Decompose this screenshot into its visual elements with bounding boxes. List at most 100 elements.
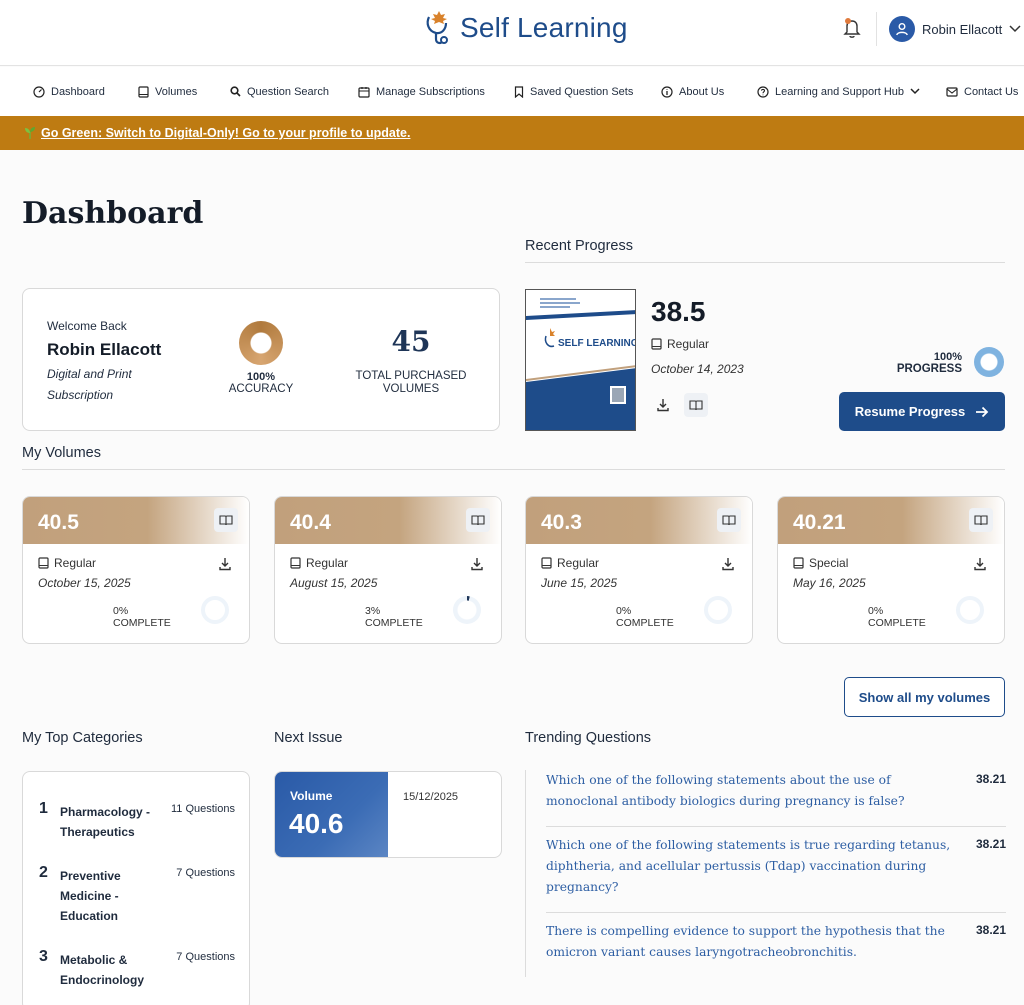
dashboard-icon xyxy=(33,85,45,98)
nav-label: Dashboard xyxy=(51,85,105,98)
help-icon xyxy=(757,85,769,98)
volume-card-header: 40.21 xyxy=(778,497,1004,544)
resume-progress-button[interactable]: Resume Progress xyxy=(839,392,1005,431)
welcome-greeting: Welcome Back xyxy=(47,319,127,333)
nav-about-us[interactable]: About Us xyxy=(661,67,724,116)
open-book-icon xyxy=(219,515,233,526)
volume-date: October 15, 2025 xyxy=(38,576,131,590)
volume-card-header: 40.3 xyxy=(526,497,752,544)
volume-cover-image[interactable]: SELF LEARNING xyxy=(525,289,636,431)
header-divider xyxy=(876,12,877,46)
notifications-bell[interactable] xyxy=(842,17,862,39)
avatar xyxy=(889,16,915,42)
completion-ring xyxy=(704,596,732,624)
category-rank: 2 xyxy=(39,864,48,881)
completion-label: COMPLETE xyxy=(113,617,171,629)
resume-label: Resume Progress xyxy=(854,404,966,419)
recent-volume-date: October 14, 2023 xyxy=(651,362,744,376)
completion: 0% COMPLETE xyxy=(113,605,203,629)
completion-label: COMPLETE xyxy=(868,617,926,629)
download-button[interactable] xyxy=(470,557,488,575)
completion-ring xyxy=(956,596,984,624)
nav-dashboard[interactable]: Dashboard xyxy=(33,67,105,116)
completion-value: 0% xyxy=(868,605,884,617)
volume-card[interactable]: 40.4 Regular August 15, 2025 3% COMPLETE xyxy=(274,496,502,644)
top-header: Self Learning Robin Ellacott xyxy=(0,0,1024,66)
category-rank: 3 xyxy=(39,948,48,965)
completion-value: 0% xyxy=(616,605,632,617)
volume-card[interactable]: 40.3 Regular June 15, 2025 0% COMPLETE xyxy=(525,496,753,644)
nav-question-search[interactable]: Question Search xyxy=(230,67,329,116)
book-icon xyxy=(38,557,49,569)
category-name: Metabolic & Endocrinology xyxy=(60,953,144,987)
question-volume: 38.21 xyxy=(975,923,1006,937)
recent-volume-number: 38.5 xyxy=(651,296,706,327)
type-label: Regular xyxy=(306,556,349,570)
show-all-volumes-button[interactable]: Show all my volumes xyxy=(844,677,1005,717)
open-book-button[interactable] xyxy=(684,393,708,417)
open-book-button[interactable] xyxy=(466,508,490,532)
chevron-down-icon xyxy=(1009,25,1021,33)
user-name: Robin Ellacott xyxy=(922,21,1003,37)
nav-label: Question Search xyxy=(247,85,329,98)
volume-type: Regular xyxy=(38,556,96,570)
book-icon xyxy=(541,557,552,569)
next-issue-label: Volume xyxy=(290,789,333,803)
logo[interactable]: Self Learning xyxy=(424,9,628,47)
top-categories-title: My Top Categories xyxy=(22,730,143,746)
volume-card[interactable]: 40.5 Regular October 15, 2025 0% COMPLETE xyxy=(22,496,250,644)
user-menu[interactable]: Robin Ellacott xyxy=(889,16,1021,42)
open-book-button[interactable] xyxy=(969,508,993,532)
volume-card-header: 40.4 xyxy=(275,497,501,544)
open-book-icon xyxy=(471,515,485,526)
type-label: Regular xyxy=(54,556,97,570)
subscription-type: Digital and Print Subscription xyxy=(47,367,132,402)
calendar-icon xyxy=(358,86,370,98)
volume-type: Regular xyxy=(541,556,599,570)
search-icon xyxy=(230,86,241,97)
download-button[interactable] xyxy=(651,393,675,417)
page-title: Dashboard xyxy=(22,196,204,231)
download-button[interactable] xyxy=(721,557,739,575)
next-issue-card[interactable]: Volume 40.6 15/12/2025 xyxy=(274,771,502,858)
volume-number: 40.21 xyxy=(793,511,846,534)
trending-questions-list: Which one of the following statements ab… xyxy=(525,770,1006,977)
logo-text: Self Learning xyxy=(460,12,628,43)
question-link[interactable]: There is compelling evidence to support … xyxy=(546,921,956,963)
nav-saved-question-sets[interactable]: Saved Question Sets xyxy=(514,67,633,116)
volume-type: Regular xyxy=(290,556,348,570)
download-button[interactable] xyxy=(218,557,236,575)
question-volume: 38.21 xyxy=(975,837,1006,851)
question-link[interactable]: Which one of the following statements ab… xyxy=(546,770,956,812)
nav-manage-subscriptions[interactable]: Manage Subscriptions xyxy=(358,67,485,116)
download-icon xyxy=(219,558,231,571)
download-button[interactable] xyxy=(973,557,991,575)
volume-card[interactable]: 40.21 Special May 16, 2025 0% COMPLETE xyxy=(777,496,1005,644)
open-book-button[interactable] xyxy=(717,508,741,532)
nav-volumes[interactable]: Volumes xyxy=(138,67,197,116)
section-divider xyxy=(525,262,1005,263)
completion: 0% COMPLETE xyxy=(868,605,958,629)
volume-card-header: 40.5 xyxy=(23,497,249,544)
nav-label: Learning and Support Hub xyxy=(775,85,905,98)
question-link[interactable]: Which one of the following statements is… xyxy=(546,835,956,898)
open-book-button[interactable] xyxy=(214,508,238,532)
nav-learning-support-hub[interactable]: Learning and Support Hub xyxy=(757,67,920,116)
open-book-icon xyxy=(722,515,736,526)
bell-icon xyxy=(843,18,861,38)
nav-label: Volumes xyxy=(155,85,198,98)
welcome-name: Robin Ellacott xyxy=(47,340,162,359)
sprout-icon xyxy=(25,127,35,139)
next-issue-date: 15/12/2025 xyxy=(403,791,459,803)
next-issue-title: Next Issue xyxy=(274,730,343,746)
nav-label: Contact Us xyxy=(964,85,1019,98)
progress-label: PROGRESS xyxy=(896,363,962,375)
type-label: Regular xyxy=(667,337,710,351)
go-green-link[interactable]: Go Green: Switch to Digital-Only! Go to … xyxy=(41,126,410,140)
category-rank: 1 xyxy=(39,800,48,817)
nav-contact-us[interactable]: Contact Us xyxy=(946,67,1018,116)
open-book-icon xyxy=(974,515,988,526)
completion: 3% COMPLETE xyxy=(365,605,455,629)
volume-date: August 15, 2025 xyxy=(290,576,378,590)
stethoscope-leaf-logo-icon xyxy=(426,11,448,45)
